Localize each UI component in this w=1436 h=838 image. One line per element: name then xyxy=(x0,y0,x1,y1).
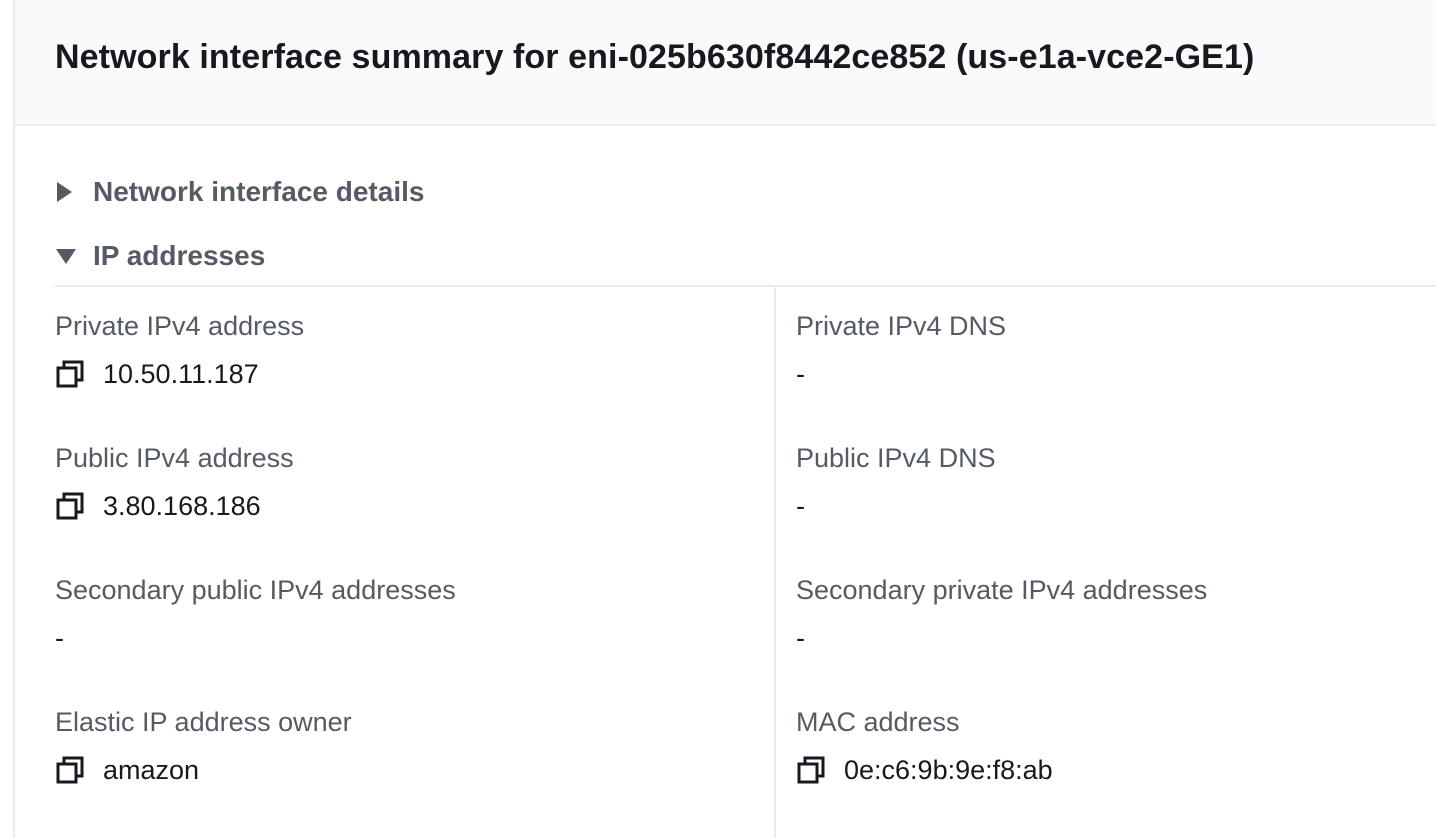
public-ipv4-address-field: Public IPv4 address 3.80.168.186 xyxy=(55,440,735,524)
public-ipv4-address-value: 3.80.168.186 xyxy=(103,490,261,521)
field-value: - xyxy=(796,620,1436,656)
network-interface-details-label: Network interface details xyxy=(93,176,425,207)
caret-right-icon xyxy=(55,172,93,212)
caret-down-icon xyxy=(55,236,93,276)
mac-address-field: MAC address 0e:c6:9b:9e:f8:ab xyxy=(796,704,1436,788)
field-value: - xyxy=(796,488,1436,524)
secondary-public-ipv4-value: - xyxy=(55,622,64,653)
field-label: Secondary public IPv4 addresses xyxy=(55,575,456,605)
elastic-ip-owner-value: amazon xyxy=(103,754,200,785)
copy-icon[interactable] xyxy=(55,755,85,785)
field-label: Elastic IP address owner xyxy=(55,707,352,737)
mac-address-value: 0e:c6:9b:9e:f8:ab xyxy=(844,754,1053,785)
public-ipv4-dns-field: Public IPv4 DNS - xyxy=(796,440,1436,524)
field-label: MAC address xyxy=(796,707,960,737)
copy-icon[interactable] xyxy=(796,755,826,785)
private-ipv4-dns-field: Private IPv4 DNS - xyxy=(796,308,1436,392)
copy-icon[interactable] xyxy=(55,359,85,389)
field-label: Private IPv4 address xyxy=(55,311,305,341)
field-value: 0e:c6:9b:9e:f8:ab xyxy=(796,752,1436,788)
column-divider xyxy=(774,287,776,838)
ip-addresses-label: IP addresses xyxy=(93,240,266,271)
secondary-private-ipv4-field: Secondary private IPv4 addresses - xyxy=(796,572,1436,656)
field-label: Public IPv4 DNS xyxy=(796,443,996,473)
field-value: - xyxy=(55,620,735,656)
public-ipv4-dns-value: - xyxy=(796,490,805,521)
secondary-private-ipv4-value: - xyxy=(796,622,805,653)
field-value: - xyxy=(796,356,1436,392)
private-ipv4-address-field: Private IPv4 address 10.50.11.187 xyxy=(55,308,735,392)
private-ipv4-dns-value: - xyxy=(796,358,805,389)
page-title: Network interface summary for eni-025b63… xyxy=(55,38,1255,76)
panel-header: Network interface summary for eni-025b63… xyxy=(15,0,1436,126)
copy-icon[interactable] xyxy=(55,491,85,521)
private-ipv4-address-value: 10.50.11.187 xyxy=(103,358,259,389)
field-label: Private IPv4 DNS xyxy=(796,311,1007,341)
field-label: Public IPv4 address xyxy=(55,443,294,473)
secondary-public-ipv4-field: Secondary public IPv4 addresses - xyxy=(55,572,735,656)
network-interface-summary-panel: Network interface summary for eni-025b63… xyxy=(13,0,1436,838)
section-divider xyxy=(55,285,1436,287)
field-value: amazon xyxy=(55,752,735,788)
elastic-ip-owner-field: Elastic IP address owner amazon xyxy=(55,704,735,788)
field-value: 10.50.11.187 xyxy=(55,356,735,392)
network-interface-details-expander[interactable]: Network interface details xyxy=(55,172,424,212)
field-value: 3.80.168.186 xyxy=(55,488,735,524)
ip-addresses-expander[interactable]: IP addresses xyxy=(55,236,265,276)
field-label: Secondary private IPv4 addresses xyxy=(796,575,1208,605)
